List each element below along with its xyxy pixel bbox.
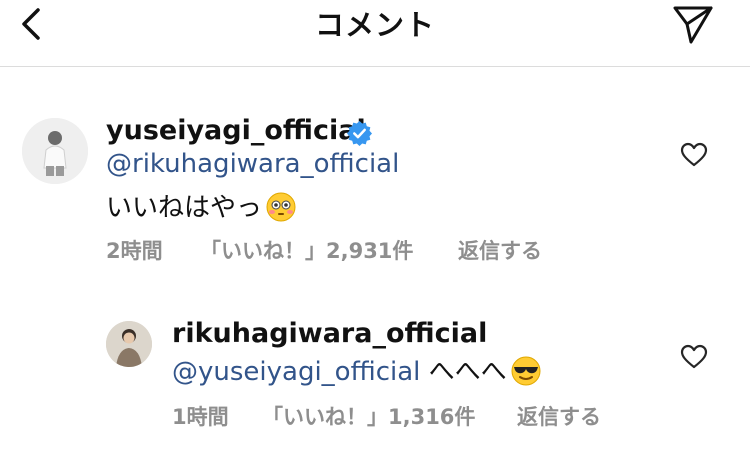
reply-button[interactable]: 返信する [517,401,601,431]
heart-icon[interactable] [680,142,708,168]
avatar[interactable] [22,118,88,184]
mention-link[interactable]: @rikuhagiwara_official [106,149,399,179]
likes-count[interactable]: 「いいね！」1,316件 [262,401,475,431]
reply-button[interactable]: 返信する [458,235,542,265]
verified-badge-icon [347,121,372,146]
paper-plane-icon[interactable] [669,2,717,46]
comment-timestamp: 2時間 [106,239,163,263]
avatar[interactable] [106,321,152,367]
mention-link[interactable]: @yuseiyagi_official [172,357,420,387]
comment-text: @yuseiyagi_official へへへ [172,351,541,388]
comment-text: いいねはやっ [106,187,296,224]
comment-body: いいねはやっ [106,193,263,223]
likes-count[interactable]: 「いいね！」2,931件 [200,235,413,265]
top-bar: コメント [0,0,750,67]
page-title: コメント [314,8,435,42]
comment-username[interactable]: yuseiyagi_official [106,115,366,146]
comment-username[interactable]: rikuhagiwara_official [172,318,487,349]
flushed-face-emoji [266,192,296,222]
comment-body: へへへ [420,357,507,387]
comment-timestamp: 1時間 [172,405,229,429]
heart-icon[interactable] [680,344,708,370]
sunglasses-face-emoji [511,356,541,386]
